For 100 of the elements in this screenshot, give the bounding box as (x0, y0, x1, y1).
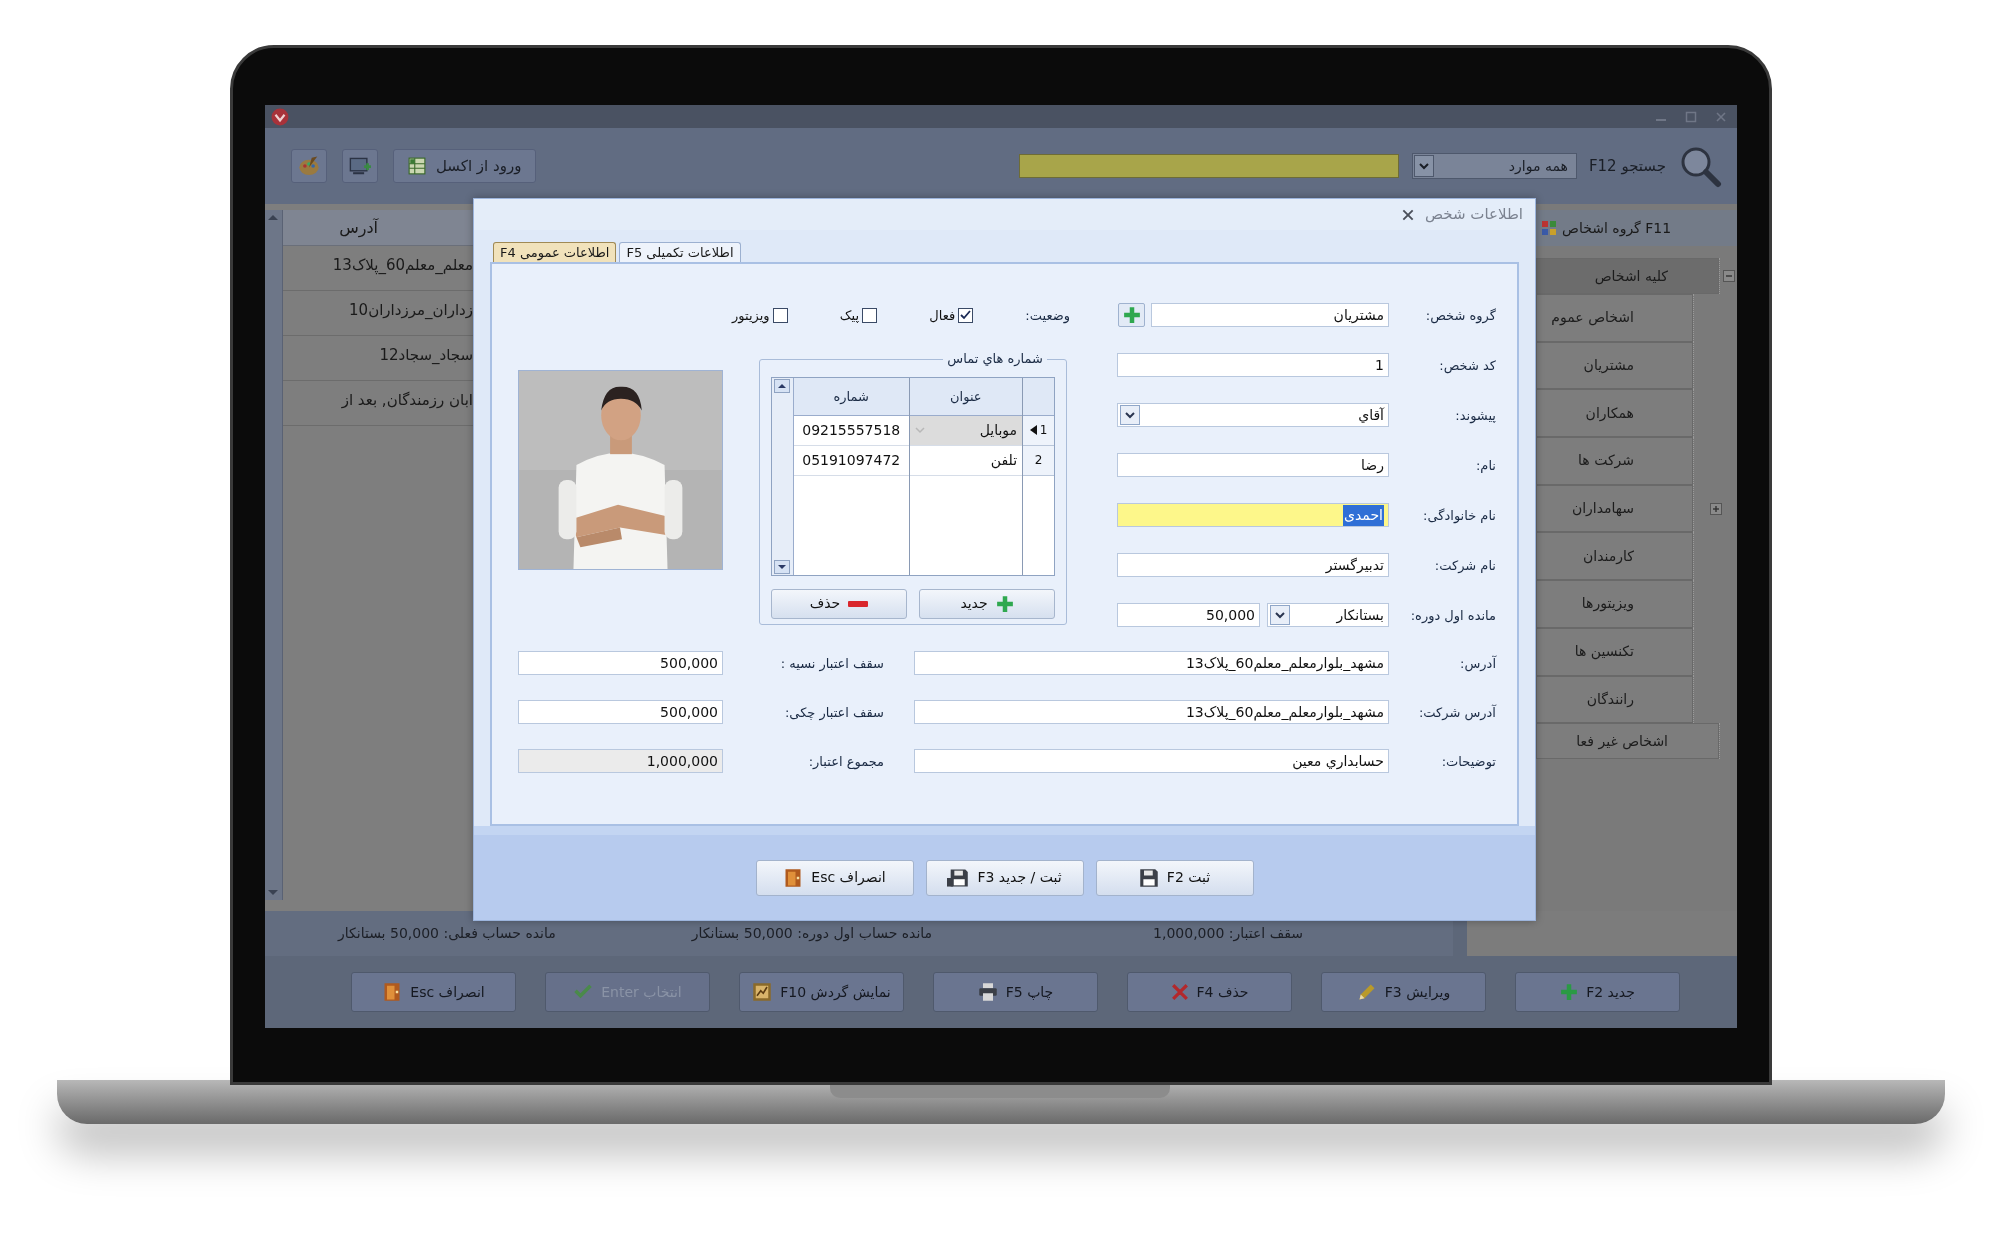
scroll-down-icon[interactable] (774, 559, 791, 574)
dialog-title: اطلاعات شخص (1424, 204, 1523, 226)
floppy-icon (1138, 867, 1159, 888)
save-button[interactable]: ثبت / جدید F3 (925, 859, 1084, 896)
input-field[interactable]: مشهد_بلوارمعلم_معلم60_پلاک13 (914, 700, 1389, 725)
tree-item[interactable]: سهامداران (1536, 484, 1693, 533)
field-label: آدرس شرکت: (1417, 703, 1496, 723)
tree-item[interactable]: اشخاص غیر فعا (1536, 723, 1719, 760)
tree-item[interactable]: مشتریان (1536, 341, 1693, 390)
spreadsheet-icon (408, 157, 426, 175)
row-number: 1 (1039, 422, 1048, 440)
scope-dropdown[interactable]: همه موارد (1411, 153, 1577, 179)
field-label: مانده اول دوره: (1409, 606, 1496, 626)
checkbox-label: فعال (929, 306, 956, 325)
tree-item[interactable]: همکاران (1536, 389, 1693, 438)
column-header[interactable]: آدرس (283, 210, 473, 246)
input-field[interactable]: مشتریان (1151, 303, 1389, 328)
cross-icon (1170, 983, 1189, 1001)
screen-button[interactable] (342, 149, 378, 183)
column-header[interactable]: شماره (793, 377, 909, 416)
row-header[interactable]: 2 (1023, 445, 1054, 476)
field-label: توضیحات: (1440, 752, 1496, 772)
palette-icon (298, 156, 320, 176)
field-label: آدرس: (1459, 654, 1496, 674)
unchecked-box[interactable] (772, 307, 788, 323)
field-label: نام: (1475, 456, 1496, 475)
row-number: 2 (1034, 452, 1043, 470)
minus-icon (848, 599, 869, 608)
column-header[interactable]: عنوان (909, 377, 1023, 416)
input-field[interactable]: احمدی (1117, 503, 1389, 528)
field-label: سقف اعتبار چکی: (783, 703, 884, 723)
table-cell[interactable]: موبایل (909, 415, 1023, 446)
input-field[interactable]: 50,000 (1117, 603, 1260, 628)
toolbar-button[interactable]: جدید F2 (1515, 972, 1680, 1012)
tab[interactable]: اطلاعات عمومی F4 (493, 242, 617, 263)
maximize-icon[interactable] (1685, 110, 1697, 123)
close-icon[interactable] (1400, 207, 1415, 222)
cancel-button[interactable]: انصراف Esc (755, 859, 914, 896)
search-field[interactable] (1018, 154, 1399, 178)
row-pointer-icon (1029, 425, 1037, 436)
input-field[interactable]: تدبیرگستر (1117, 553, 1389, 578)
scroll-up-icon[interactable] (774, 378, 791, 393)
sidebar-title: گروه اشخاص F11 (1562, 218, 1672, 239)
door-icon (382, 982, 403, 1002)
checked-box[interactable] (958, 307, 974, 323)
add-button[interactable] (1118, 303, 1145, 328)
collapse-icon[interactable] (1722, 270, 1735, 282)
import-excel-button[interactable]: ورود از اکسل (393, 149, 537, 183)
checkbox[interactable]: ویزیتور (732, 305, 788, 326)
dropdown-field[interactable]: بستانکار (1267, 603, 1389, 628)
printer-icon (977, 983, 998, 1001)
expand-icon[interactable] (1709, 502, 1722, 515)
toolbar-button[interactable]: چاپ F5 (933, 972, 1098, 1012)
input-field[interactable]: رضا (1117, 453, 1389, 478)
checkbox[interactable]: فعال (929, 305, 974, 326)
checkbox-label: پیک (839, 306, 860, 325)
scrollbar[interactable] (772, 377, 794, 575)
tree-item[interactable]: کارمندان (1536, 532, 1693, 581)
checkbox[interactable]: پیک (839, 305, 878, 326)
field-label: سقف اعتبار نسیه : (779, 654, 884, 674)
floppy-icon (947, 867, 970, 888)
input-field[interactable]: 500,000 (518, 651, 723, 676)
save-button[interactable]: ثبت F2 (1095, 859, 1254, 896)
dropdown-field[interactable]: آقاي (1117, 403, 1389, 428)
plus-icon (1122, 306, 1141, 325)
toolbar-button[interactable]: ویرایش F3 (1321, 972, 1486, 1012)
toolbar-button[interactable]: نمایش گردش F10 (739, 972, 904, 1012)
group-title: شماره هاي تماس (946, 350, 1044, 369)
toolbar-button[interactable]: انصراف Esc (351, 972, 516, 1012)
palette-button[interactable] (291, 149, 327, 183)
field-label: گروه شخص: (1424, 306, 1496, 326)
delete-button[interactable]: حذف (771, 588, 907, 619)
dropdown-button[interactable] (1270, 605, 1290, 626)
readonly-field: 1,000,000 (518, 749, 723, 774)
new-button[interactable]: جدید (919, 588, 1055, 619)
field-label: وضعیت: (1025, 306, 1070, 326)
tab[interactable]: اطلاعات تکمیلی F5 (619, 242, 741, 263)
field-label: نام خانوادگی: (1422, 506, 1496, 526)
tree-item[interactable]: اشخاص عموم (1536, 294, 1693, 342)
tree-item[interactable]: تکنسین ها (1536, 627, 1693, 676)
tree-item[interactable]: شرکت ها (1536, 437, 1693, 485)
dropdown-button[interactable] (1120, 405, 1140, 426)
app-logo-icon (271, 107, 289, 126)
check-icon (960, 310, 972, 321)
input-field[interactable]: 1 (1117, 353, 1389, 378)
row-header[interactable]: 1 (1023, 415, 1054, 446)
input-field[interactable]: مشهد_بلوارمعلم_معلم60_پلاک13 (914, 651, 1389, 676)
checkbox-label: ویزیتور (732, 306, 770, 326)
field-label: پیشوند: (1454, 406, 1496, 426)
monitor-add-icon (349, 157, 371, 175)
input-field[interactable]: حسابداري معين (914, 749, 1389, 774)
toolbar-button[interactable]: حذف F4 (1127, 972, 1292, 1012)
status-text: مانده حساب فعلی: 50,000 بستانکار (338, 924, 556, 943)
tree-item[interactable]: رانندگان (1536, 675, 1693, 724)
unchecked-box[interactable] (862, 307, 878, 323)
field-label: کد شخص: (1438, 356, 1496, 376)
tree-item[interactable]: ویزیتورها (1536, 580, 1693, 628)
plus-icon (1560, 983, 1579, 1001)
input-field[interactable]: 500,000 (518, 700, 723, 725)
ledger-icon (752, 982, 773, 1002)
